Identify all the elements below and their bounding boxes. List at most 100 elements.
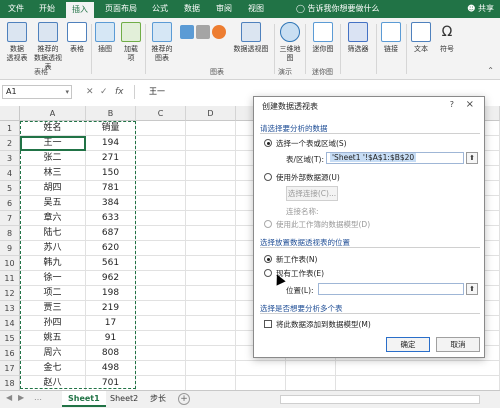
row-header[interactable]: 11	[0, 271, 20, 286]
row-header[interactable]: 10	[0, 256, 20, 271]
tab-data[interactable]: 数据	[178, 0, 206, 18]
sheet-tab-sheet2[interactable]: Sheet2	[104, 391, 144, 407]
bar-chart-button[interactable]	[180, 22, 194, 42]
empty-cell[interactable]	[336, 376, 500, 390]
empty-cell[interactable]	[136, 376, 186, 390]
empty-cell[interactable]	[136, 151, 186, 166]
tab-insert[interactable]: 插入	[66, 2, 94, 18]
empty-cell[interactable]	[136, 181, 186, 196]
cancel-icon[interactable]: ✕	[86, 85, 94, 99]
cell-sales[interactable]: 384	[86, 196, 136, 211]
collapse-range-icon[interactable]: ⬆	[466, 152, 478, 164]
choose-connection-button[interactable]: 选择连接(C)...	[286, 186, 338, 201]
share-button[interactable]: ☻ 共享	[467, 0, 494, 18]
row-header[interactable]: 13	[0, 301, 20, 316]
row-header[interactable]: 1	[0, 121, 20, 136]
empty-cell[interactable]	[136, 121, 186, 136]
cell-sales[interactable]: 198	[86, 286, 136, 301]
empty-cell[interactable]	[336, 361, 500, 376]
empty-cell[interactable]	[136, 346, 186, 361]
empty-cell[interactable]	[286, 361, 336, 376]
radio-new-worksheet[interactable]	[264, 255, 272, 263]
cancel-button[interactable]: 取消	[436, 337, 480, 352]
scroll-right-icon[interactable]: ▶	[18, 393, 24, 402]
empty-cell[interactable]	[236, 361, 286, 376]
tab-file[interactable]: 文件	[2, 0, 30, 18]
empty-cell[interactable]	[136, 316, 186, 331]
empty-cell[interactable]	[186, 151, 236, 166]
cell-name[interactable]: 胡四	[20, 181, 86, 196]
empty-cell[interactable]	[186, 346, 236, 361]
empty-cell[interactable]	[136, 166, 186, 181]
more-sheets-icon[interactable]: …	[34, 393, 42, 402]
row-header[interactable]: 8	[0, 226, 20, 241]
collapse-location-icon[interactable]: ⬆	[466, 283, 478, 295]
cell-sales[interactable]: 17	[86, 316, 136, 331]
cell-sales[interactable]: 150	[86, 166, 136, 181]
empty-cell[interactable]	[186, 331, 236, 346]
row-header[interactable]: 5	[0, 181, 20, 196]
radio-select-range[interactable]	[264, 139, 272, 147]
tab-view[interactable]: 视图	[242, 0, 270, 18]
cell-name[interactable]: 赵八	[20, 376, 86, 390]
empty-cell[interactable]	[136, 361, 186, 376]
radio-existing-worksheet[interactable]	[264, 269, 272, 277]
radio-data-model[interactable]	[264, 220, 272, 228]
add-to-data-model-checkbox[interactable]	[264, 320, 272, 328]
empty-cell[interactable]	[136, 286, 186, 301]
cell-name[interactable]: 项二	[20, 286, 86, 301]
row-header[interactable]: 2	[0, 136, 20, 151]
cell-name[interactable]: 苏八	[20, 241, 86, 256]
empty-cell[interactable]	[136, 256, 186, 271]
cell-sales[interactable]: 498	[86, 361, 136, 376]
filters-button[interactable]: 筛选器	[344, 22, 372, 54]
header-cell-name[interactable]: 姓名	[20, 121, 86, 136]
empty-cell[interactable]	[136, 211, 186, 226]
cell-sales[interactable]: 194	[86, 136, 136, 151]
empty-cell[interactable]	[136, 241, 186, 256]
collapse-ribbon-icon[interactable]: ⌃	[487, 66, 494, 75]
empty-cell[interactable]	[186, 301, 236, 316]
tell-me-box[interactable]: ◯ 告诉我你想要做什么	[296, 0, 380, 18]
row-header[interactable]: 18	[0, 376, 20, 390]
table-button[interactable]: 表格	[66, 22, 88, 54]
pivot-chart-button[interactable]: 数据透视图	[230, 22, 272, 54]
cell-name[interactable]: 章六	[20, 211, 86, 226]
illustrations-button[interactable]: 插图	[94, 22, 116, 54]
cell-sales[interactable]: 271	[86, 151, 136, 166]
cell-sales[interactable]: 962	[86, 271, 136, 286]
empty-cell[interactable]	[186, 256, 236, 271]
empty-cell[interactable]	[186, 361, 236, 376]
recommended-charts-button[interactable]: 推荐的 图表	[148, 22, 176, 63]
cell-sales[interactable]: 91	[86, 331, 136, 346]
cell-name[interactable]: 贾三	[20, 301, 86, 316]
row-header[interactable]: 9	[0, 241, 20, 256]
pivot-table-button[interactable]: 数据 透视表	[4, 22, 30, 63]
tab-review[interactable]: 审阅	[210, 0, 238, 18]
row-header[interactable]: 16	[0, 346, 20, 361]
link-button[interactable]: 链接	[380, 22, 402, 54]
tab-formulas[interactable]: 公式	[146, 0, 174, 18]
cell-name[interactable]: 徐一	[20, 271, 86, 286]
row-header[interactable]: 7	[0, 211, 20, 226]
cell-name[interactable]: 张二	[20, 151, 86, 166]
row-header[interactable]: 3	[0, 151, 20, 166]
empty-cell[interactable]	[236, 376, 286, 390]
add-sheet-icon[interactable]: +	[178, 393, 190, 405]
tab-page-layout[interactable]: 页面布局	[98, 0, 144, 18]
empty-cell[interactable]	[136, 136, 186, 151]
sheet-tab-sheet1[interactable]: Sheet1	[62, 391, 106, 407]
row-header[interactable]: 17	[0, 361, 20, 376]
text-button[interactable]: 文本	[410, 22, 432, 54]
cell-name[interactable]: 吴五	[20, 196, 86, 211]
cell-sales[interactable]: 781	[86, 181, 136, 196]
cell-name[interactable]: 周六	[20, 346, 86, 361]
radio-external-source[interactable]	[264, 173, 272, 181]
scroll-left-icon[interactable]: ◀	[6, 393, 12, 402]
row-header[interactable]: 12	[0, 286, 20, 301]
pie-chart-button[interactable]	[212, 22, 226, 42]
row-header[interactable]: 6	[0, 196, 20, 211]
empty-cell[interactable]	[136, 226, 186, 241]
row-header[interactable]: 14	[0, 316, 20, 331]
table-range-input[interactable]: 'Sheet1 '!$A$1:$B$20	[326, 152, 464, 164]
